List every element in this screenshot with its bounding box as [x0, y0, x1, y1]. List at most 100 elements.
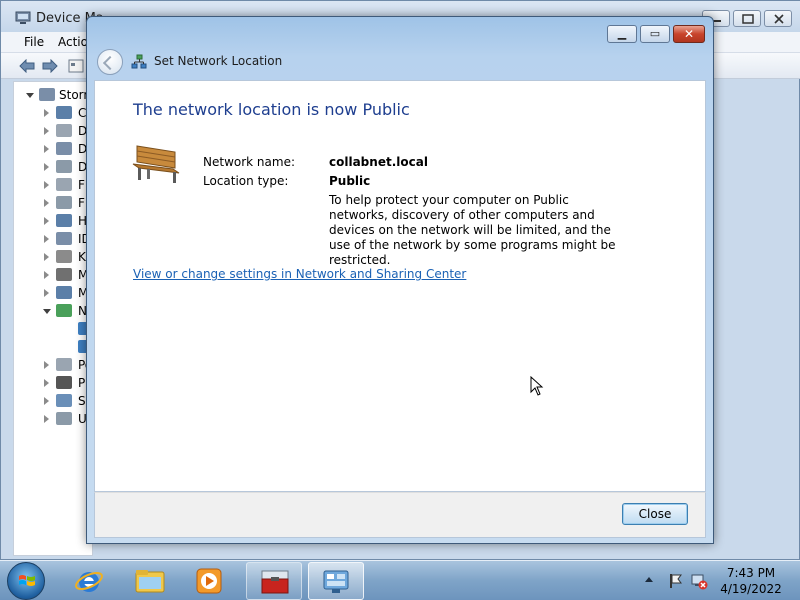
expand-icon[interactable]	[44, 379, 49, 387]
close-icon	[774, 14, 784, 24]
expand-icon[interactable]	[44, 145, 49, 153]
taskbar-internet-explorer[interactable]	[62, 562, 118, 600]
dialog-header: Set Network Location	[94, 45, 706, 80]
disk-drive-icon	[56, 124, 72, 137]
dialog-header-title: Set Network Location	[154, 54, 283, 68]
tree-item-processor[interactable]: Pr	[14, 374, 92, 392]
system-clock[interactable]: 7:43 PM 4/19/2022	[718, 565, 784, 597]
location-type-label: Location type:	[203, 174, 289, 188]
page-title: The network location is now Public	[133, 100, 410, 119]
taskbar-media-player[interactable]	[182, 562, 238, 600]
tree-item-usb-controllers[interactable]: U	[14, 410, 92, 428]
dialog-content: The network location is now Public Netwo…	[94, 80, 706, 492]
tree-item-disk-drive[interactable]: D	[14, 122, 92, 140]
expand-icon[interactable]	[44, 397, 49, 405]
park-bench-icon	[132, 145, 180, 183]
back-arrow-icon	[102, 55, 118, 71]
close-button[interactable]	[764, 10, 792, 27]
expand-icon[interactable]	[44, 199, 49, 207]
maximize-icon: ▭	[649, 27, 661, 40]
show-hidden-icons-button[interactable]	[645, 577, 653, 582]
menu-file[interactable]: File	[24, 35, 44, 49]
tree-item-display-adapter[interactable]: D	[14, 140, 92, 158]
tree-item-hid[interactable]: H	[14, 212, 92, 230]
network-error-icon[interactable]	[690, 572, 708, 590]
taskbar-device-manager[interactable]	[246, 562, 302, 600]
properties-icon[interactable]	[67, 59, 85, 73]
tree-item-network-adapter-1[interactable]	[14, 320, 92, 338]
computer-icon	[39, 88, 55, 101]
toolbox-icon	[261, 570, 289, 594]
tree-item-network-adapter-2[interactable]	[14, 338, 92, 356]
tree-item-computer[interactable]: C	[14, 104, 92, 122]
back-button[interactable]	[97, 49, 123, 75]
tree-item-system-devices[interactable]: Sy	[14, 392, 92, 410]
folder-icon	[135, 570, 165, 593]
tree-item-monitor[interactable]: M	[14, 284, 92, 302]
taskbar: 7:43 PM 4/19/2022	[0, 560, 800, 600]
tree-item-floppy-controller[interactable]: Fl	[14, 194, 92, 212]
clock-time: 7:43 PM	[726, 566, 776, 580]
floppy-disk-icon	[56, 178, 72, 191]
mouse-icon	[56, 268, 72, 281]
expand-icon[interactable]	[44, 415, 49, 423]
network-sharing-center-link[interactable]: View or change settings in Network and S…	[133, 267, 466, 281]
tree-root[interactable]: Storm	[14, 86, 92, 104]
expand-icon[interactable]	[44, 361, 49, 369]
close-button[interactable]: Close	[622, 503, 688, 525]
forward-arrow-icon[interactable]	[41, 59, 59, 73]
network-name-label: Network name:	[203, 155, 295, 169]
keyboard-icon	[56, 250, 72, 263]
computer-icon	[56, 106, 72, 119]
dialog-maximize-button[interactable]: ▭	[640, 25, 670, 43]
windows-logo-icon	[19, 575, 35, 586]
expand-icon[interactable]	[44, 217, 49, 225]
internet-explorer-icon	[75, 571, 103, 592]
expand-icon[interactable]	[44, 163, 49, 171]
collapse-icon[interactable]	[26, 93, 34, 102]
monitor-icon	[56, 286, 72, 299]
tree-item-ports[interactable]: Po	[14, 356, 92, 374]
network-name-value: collabnet.local	[329, 155, 428, 169]
start-button[interactable]	[7, 562, 45, 600]
tree-item-mouse[interactable]: M	[14, 266, 92, 284]
dialog-close-button[interactable]: ✕	[673, 25, 705, 43]
ide-controller-icon	[56, 232, 72, 245]
mouse-cursor-icon	[530, 376, 544, 396]
tree-item-dvd-drive[interactable]: D	[14, 158, 92, 176]
minimize-icon: ▁	[617, 27, 627, 40]
tree-item-keyboard[interactable]: K	[14, 248, 92, 266]
expand-icon[interactable]	[44, 127, 49, 135]
network-adapters-icon	[56, 304, 72, 317]
expand-icon[interactable]	[44, 235, 49, 243]
dialog-minimize-button[interactable]: ▁	[607, 25, 637, 43]
collapse-icon[interactable]	[43, 309, 51, 318]
expand-icon[interactable]	[44, 289, 49, 297]
close-icon: ✕	[683, 27, 695, 41]
back-arrow-icon[interactable]	[18, 59, 36, 73]
hid-icon	[56, 214, 72, 227]
tree-item-floppy-disk[interactable]: Fl	[14, 176, 92, 194]
tree-item-ide-controller[interactable]: ID	[14, 230, 92, 248]
device-manager-icon	[15, 11, 31, 24]
expand-icon[interactable]	[44, 271, 49, 279]
set-network-location-dialog: ▁ ▭ ✕ Set Network Location The network l…	[86, 16, 714, 544]
display-adapter-icon	[56, 142, 72, 155]
taskbar-control-panel[interactable]	[308, 562, 364, 600]
processor-icon	[56, 376, 72, 389]
network-icon	[131, 54, 147, 69]
control-panel-icon	[323, 570, 349, 593]
expand-icon[interactable]	[44, 181, 49, 189]
device-tree: Storm CDDDFlFlHIDKMMNPoPrSyU	[13, 81, 93, 556]
expand-icon[interactable]	[44, 109, 49, 117]
expand-icon[interactable]	[44, 253, 49, 261]
tree-item-label: K	[78, 250, 86, 264]
maximize-button[interactable]	[733, 10, 761, 27]
taskbar-windows-explorer[interactable]	[122, 562, 178, 600]
ports-icon	[56, 358, 72, 371]
action-center-flag-icon[interactable]	[666, 572, 684, 590]
location-type-value: Public	[329, 174, 371, 188]
maximize-icon	[742, 14, 754, 24]
menu-action[interactable]: Actio	[58, 35, 88, 49]
tree-item-network-adapters[interactable]: N	[14, 302, 92, 320]
